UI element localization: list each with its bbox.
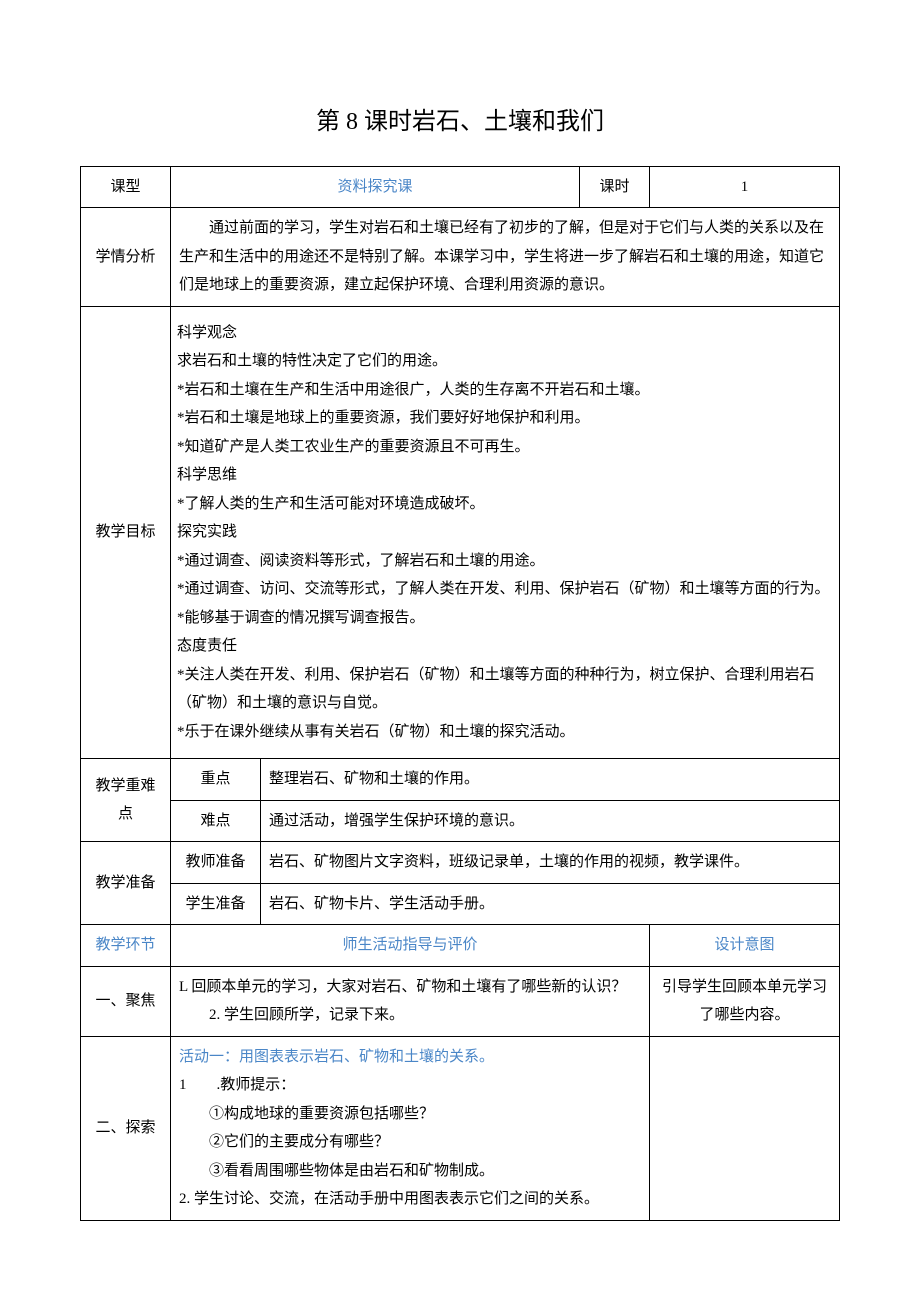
label-student-prep: 学生准备 <box>171 883 261 925</box>
value-period: 1 <box>650 166 840 208</box>
label-prep: 教学准备 <box>81 842 171 925</box>
label-period: 课时 <box>580 166 650 208</box>
label-keypoints: 教学重难点 <box>81 759 171 842</box>
student-prep-text: 岩石、矿物卡片、学生活动手册。 <box>261 883 840 925</box>
goal-item: *了解人类的生产和生活可能对环境造成破坏。 <box>177 490 833 519</box>
table-row: 学情分析 通过前面的学习，学生对岩石和土壤已经有了初步的了解，但是对于它们与人类… <box>81 208 840 307</box>
table-row: 教学目标 科学观念 求岩石和土壤的特性决定了它们的用途。 *岩石和土壤在生产和生… <box>81 306 840 759</box>
goal-item: *关注人类在开发、利用、保护岩石（矿物）和土壤等方面的种种行为，树立保护、合理利… <box>177 661 833 718</box>
analysis-text: 通过前面的学习，学生对岩石和土壤已经有了初步的了解，但是对于它们与人类的关系以及… <box>171 208 840 307</box>
focus-line: 2. 学生回顾所学，记录下来。 <box>179 1001 641 1030</box>
table-row: 难点 通过活动，增强学生保护环境的意识。 <box>81 800 840 842</box>
goal-item: *岩石和土壤在生产和生活中用途很广，人类的生存离不开岩石和土壤。 <box>177 376 833 405</box>
label-analysis: 学情分析 <box>81 208 171 307</box>
explore-question: ②它们的主要成分有哪些？ <box>179 1128 641 1157</box>
focus-activity: L 回顾本单元的学习，大家对岩石、矿物和土壤有了哪些新的认识？ 2. 学生回顾所… <box>171 966 650 1036</box>
table-row: 二、探索 活动一：用图表表示岩石、矿物和土壤的关系。 1 .教师提示： ①构成地… <box>81 1036 840 1220</box>
header-col-activity: 师生活动指导与评价 <box>171 925 650 967</box>
explore-design <box>650 1036 840 1220</box>
explore-activity: 活动一：用图表表示岩石、矿物和土壤的关系。 1 .教师提示： ①构成地球的重要资… <box>171 1036 650 1220</box>
table-row: 课型 资料探究课 课时 1 <box>81 166 840 208</box>
header-col-stage: 教学环节 <box>81 925 171 967</box>
table-row: 学生准备 岩石、矿物卡片、学生活动手册。 <box>81 883 840 925</box>
lesson-plan-table: 课型 资料探究课 课时 1 学情分析 通过前面的学习，学生对岩石和土壤已经有了初… <box>80 166 840 1221</box>
analysis-paragraph: 通过前面的学习，学生对岩石和土壤已经有了初步的了解，但是对于它们与人类的关系以及… <box>179 214 831 300</box>
table-row: 教学准备 教师准备 岩石、矿物图片文字资料，班级记录单，土壤的作用的视频，教学课… <box>81 842 840 884</box>
stage-explore-label: 二、探索 <box>81 1036 171 1220</box>
explore-question: ①构成地球的重要资源包括哪些？ <box>179 1100 641 1129</box>
goal-item: *知道矿产是人类工农业生产的重要资源且不可再生。 <box>177 433 833 462</box>
goal-item: *能够基于调查的情况撰写调查报告。 <box>177 604 833 633</box>
explore-line: 2. 学生讨论、交流，在活动手册中用图表表示它们之间的关系。 <box>179 1185 641 1214</box>
label-class-type: 课型 <box>81 166 171 208</box>
difficulty-text: 通过活动，增强学生保护环境的意识。 <box>261 800 840 842</box>
goal-item: *乐于在课外继续从事有关岩石（矿物）和土壤的探究活动。 <box>177 718 833 747</box>
focus-line: L 回顾本单元的学习，大家对岩石、矿物和土壤有了哪些新的认识？ <box>179 973 641 1002</box>
goal-item: 求岩石和土壤的特性决定了它们的用途。 <box>177 347 833 376</box>
page-title: 第 8 课时岩石、土壤和我们 <box>80 100 840 146</box>
table-row: 一、聚焦 L 回顾本单元的学习，大家对岩石、矿物和土壤有了哪些新的认识？ 2. … <box>81 966 840 1036</box>
value-class-type: 资料探究课 <box>171 166 580 208</box>
goals-content: 科学观念 求岩石和土壤的特性决定了它们的用途。 *岩石和土壤在生产和生活中用途很… <box>171 306 840 759</box>
label-difficulty: 难点 <box>171 800 261 842</box>
goal-heading: 科学观念 <box>177 319 833 348</box>
goal-item: *通过调查、阅读资料等形式，了解岩石和土壤的用途。 <box>177 547 833 576</box>
goal-heading: 科学思维 <box>177 461 833 490</box>
label-teacher-prep: 教师准备 <box>171 842 261 884</box>
label-goals: 教学目标 <box>81 306 171 759</box>
focus-design: 引导学生回顾本单元学习了哪些内容。 <box>650 966 840 1036</box>
teacher-prep-text: 岩石、矿物图片文字资料，班级记录单，土壤的作用的视频，教学课件。 <box>261 842 840 884</box>
explore-question: ③看看周围哪些物体是由岩石和矿物制成。 <box>179 1157 641 1186</box>
explore-activity-title: 活动一：用图表表示岩石、矿物和土壤的关系。 <box>179 1043 641 1072</box>
goal-item: *通过调查、访问、交流等形式，了解人类在开发、利用、保护岩石（矿物）和土壤等方面… <box>177 575 833 604</box>
key-text: 整理岩石、矿物和土壤的作用。 <box>261 759 840 801</box>
goal-heading: 探究实践 <box>177 518 833 547</box>
label-key: 重点 <box>171 759 261 801</box>
header-col-design: 设计意图 <box>650 925 840 967</box>
goal-item: *岩石和土壤是地球上的重要资源，我们要好好地保护和利用。 <box>177 404 833 433</box>
goal-heading: 态度责任 <box>177 632 833 661</box>
section-header-row: 教学环节 师生活动指导与评价 设计意图 <box>81 925 840 967</box>
table-row: 教学重难点 重点 整理岩石、矿物和土壤的作用。 <box>81 759 840 801</box>
explore-line: 1 .教师提示： <box>179 1071 641 1100</box>
stage-focus-label: 一、聚焦 <box>81 966 171 1036</box>
